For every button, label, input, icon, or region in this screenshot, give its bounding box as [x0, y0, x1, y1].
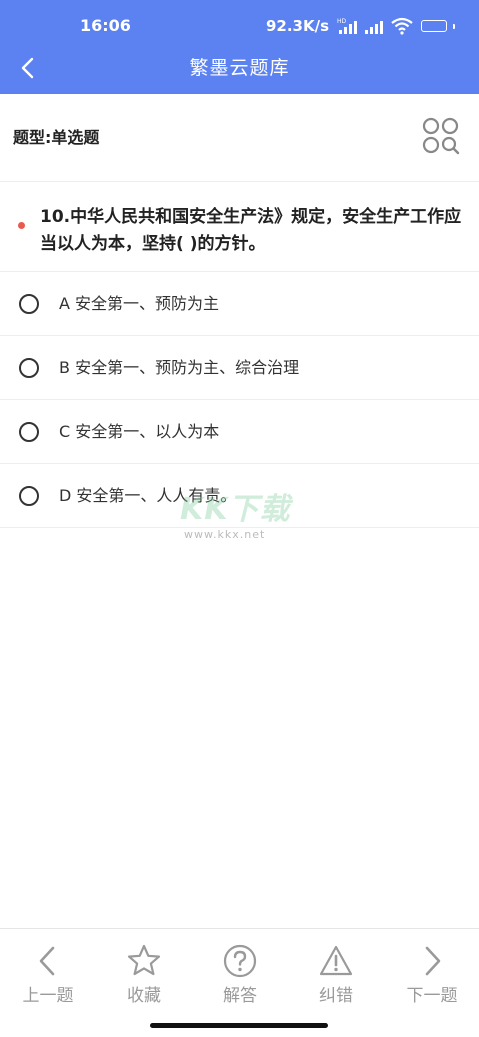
wifi-icon: [391, 17, 413, 35]
bottom-nav-bar: 上一题 收藏 解答 纠错 下一题: [0, 928, 479, 1037]
answer-button[interactable]: 解答: [200, 943, 280, 1013]
battery-icon: 100: [421, 20, 447, 32]
question-marker: [18, 222, 25, 229]
next-label: 下一题: [406, 986, 458, 1006]
question-circle-icon: [223, 944, 257, 978]
network-speed: 92.3K/s: [265, 17, 329, 35]
star-icon: [127, 944, 161, 976]
question-type-label: 题型:单选题: [13, 128, 100, 147]
chevron-right-icon: [425, 946, 441, 976]
prev-question-button[interactable]: 上一题: [8, 943, 88, 1013]
page-title: 繁墨云题库: [189, 57, 290, 79]
answer-label: 解答: [223, 986, 257, 1006]
next-question-button[interactable]: 下一题: [392, 943, 472, 1013]
option-d[interactable]: D 安全第一、人人有责。: [0, 464, 479, 528]
question-text: 10.中华人民共和国安全生产法》规定，安全生产工作应当以人为本，坚持( )的方针…: [40, 207, 462, 254]
watermark-url: www.kkx.net: [184, 528, 266, 541]
chevron-left-icon: [39, 946, 55, 976]
option-label: C 安全第一、以人为本: [59, 422, 220, 441]
status-time: 16:06: [80, 16, 131, 35]
favorite-button[interactable]: 收藏: [104, 943, 184, 1013]
option-label: D 安全第一、人人有责。: [59, 486, 237, 505]
report-label: 纠错: [319, 986, 353, 1006]
question-block: 10.中华人民共和国安全生产法》规定，安全生产工作应当以人为本，坚持( )的方针…: [0, 182, 479, 272]
report-error-button[interactable]: 纠错: [296, 943, 376, 1013]
favorite-label: 收藏: [127, 986, 161, 1006]
hd-signal-icon: HD: [337, 18, 357, 34]
prev-label: 上一题: [22, 986, 74, 1006]
signal-icon: [365, 21, 383, 34]
grid-search-icon: [422, 117, 460, 155]
warning-triangle-icon: [319, 945, 353, 976]
battery-level: 100: [425, 21, 443, 30]
app-header: 16:06 92.3K/s HD 100 繁墨云题库: [0, 0, 479, 94]
status-bar: 16:06 92.3K/s HD 100: [0, 0, 479, 46]
radio-button[interactable]: [19, 358, 39, 378]
radio-button[interactable]: [19, 422, 39, 442]
battery-cap: [453, 23, 455, 29]
question-type-row: 题型:单选题: [0, 94, 479, 182]
option-c[interactable]: C 安全第一、以人为本: [0, 400, 479, 464]
home-indicator[interactable]: [150, 1023, 328, 1028]
option-a[interactable]: A 安全第一、预防为主: [0, 272, 479, 336]
radio-button[interactable]: [19, 486, 39, 506]
svg-text:HD: HD: [337, 18, 347, 25]
option-b[interactable]: B 安全第一、预防为主、综合治理: [0, 336, 479, 400]
option-label: B 安全第一、预防为主、综合治理: [59, 358, 300, 377]
status-indicators: 92.3K/s HD 100: [266, 14, 455, 38]
option-label: A 安全第一、预防为主: [59, 294, 220, 313]
question-grid-button[interactable]: [421, 116, 461, 156]
radio-button[interactable]: [19, 294, 39, 314]
